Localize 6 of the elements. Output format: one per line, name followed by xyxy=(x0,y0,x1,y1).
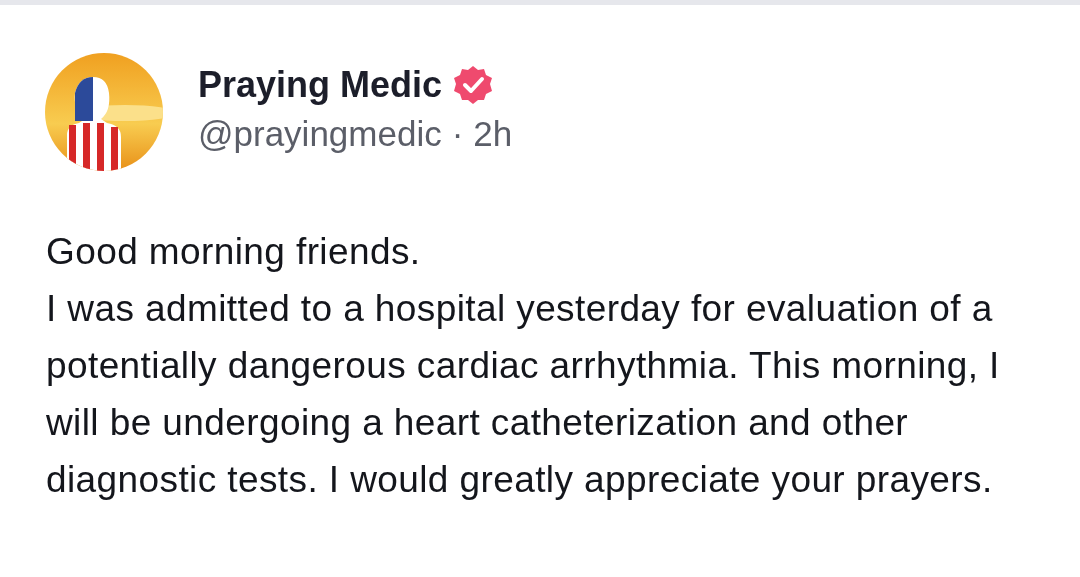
post-time: 2h xyxy=(473,113,513,155)
author-handle[interactable]: @prayingmedic xyxy=(198,112,442,156)
post-text: I was admitted to a hospital yesterday for evaluation of a potentially dangerous cardiac arrhythmia. This morning, I will be undergoing a heart catheterization and other diagnostic tests. I would greatly appreciate your prayers. xyxy=(46,287,1001,502)
post-text: Good morning friends. xyxy=(46,230,422,274)
author-name: Praying Medic xyxy=(198,63,443,107)
separator-dot: · xyxy=(451,113,464,155)
